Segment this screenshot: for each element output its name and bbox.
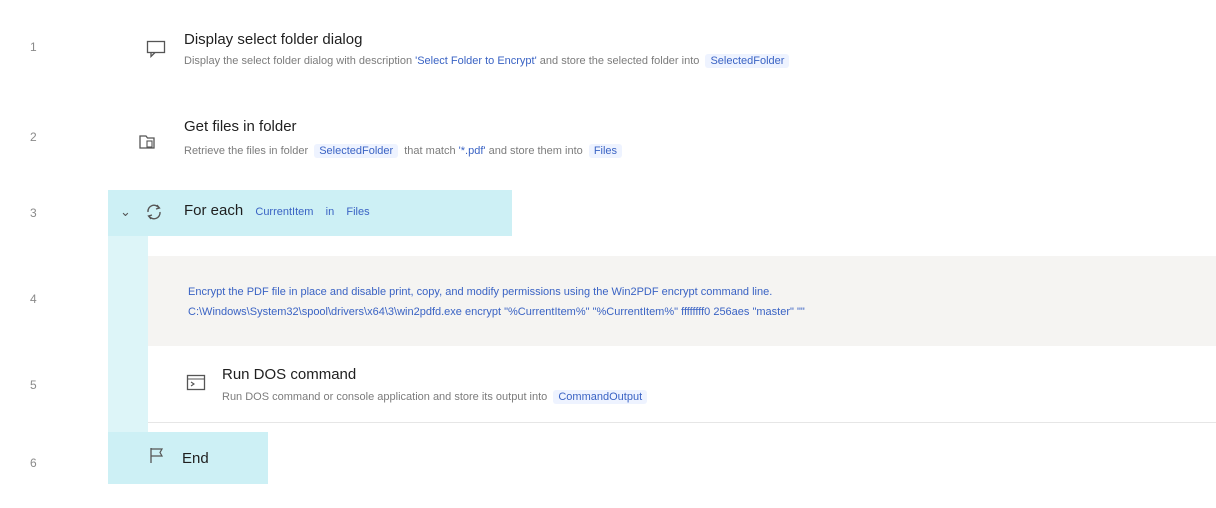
string-literal: '*.pdf': [458, 145, 486, 157]
action-run-dos-command[interactable]: Run DOS command Run DOS command or conso…: [148, 356, 1216, 423]
dialog-icon: [146, 40, 168, 60]
action-description: Retrieve the files in folder SelectedFol…: [184, 144, 625, 158]
variable-chip[interactable]: Files: [588, 144, 623, 158]
folder-files-icon: [138, 132, 160, 152]
loop-keyword: For each: [184, 202, 244, 219]
action-title: Display select folder dialog: [184, 31, 363, 48]
line-number-4: 4: [30, 292, 37, 306]
loop-icon: [144, 202, 166, 222]
action-title: Run DOS command: [222, 366, 357, 383]
loop-body-rail: [108, 236, 148, 432]
action-description: Display the select folder dialog with de…: [184, 54, 792, 68]
variable-chip[interactable]: Files: [341, 205, 374, 219]
end-label: End: [182, 450, 209, 467]
action-end[interactable]: End: [108, 432, 268, 484]
line-number-3: 3: [30, 206, 37, 220]
action-display-select-folder-dialog[interactable]: Display select folder dialog Display the…: [128, 22, 1216, 76]
comment-line: C:\Windows\System32\spool\drivers\x64\3\…: [188, 306, 805, 318]
action-for-each[interactable]: ⌄ For each CurrentItem in Files: [108, 190, 512, 236]
action-description: Run DOS command or console application a…: [222, 390, 650, 404]
action-title: Get files in folder: [184, 118, 297, 135]
console-icon: [186, 374, 208, 394]
variable-chip[interactable]: SelectedFolder: [705, 54, 790, 68]
variable-chip[interactable]: CommandOutput: [553, 390, 648, 404]
chevron-down-icon[interactable]: ⌄: [120, 204, 131, 220]
action-get-files-in-folder[interactable]: Get files in folder Retrieve the files i…: [128, 112, 1216, 166]
loop-title: For each CurrentItem in Files: [184, 202, 378, 219]
loop-in-keyword: in: [325, 206, 335, 218]
flag-icon: [148, 446, 170, 466]
line-number-1: 1: [30, 40, 37, 54]
line-number-2: 2: [30, 130, 37, 144]
variable-chip[interactable]: SelectedFolder: [314, 144, 399, 158]
line-number-6: 6: [30, 456, 37, 470]
comment-block[interactable]: Encrypt the PDF file in place and disabl…: [148, 256, 1216, 346]
string-literal: 'Select Folder to Encrypt': [415, 55, 537, 67]
line-number-5: 5: [30, 378, 37, 392]
comment-line: Encrypt the PDF file in place and disabl…: [188, 286, 773, 298]
variable-chip[interactable]: CurrentItem: [250, 205, 318, 219]
